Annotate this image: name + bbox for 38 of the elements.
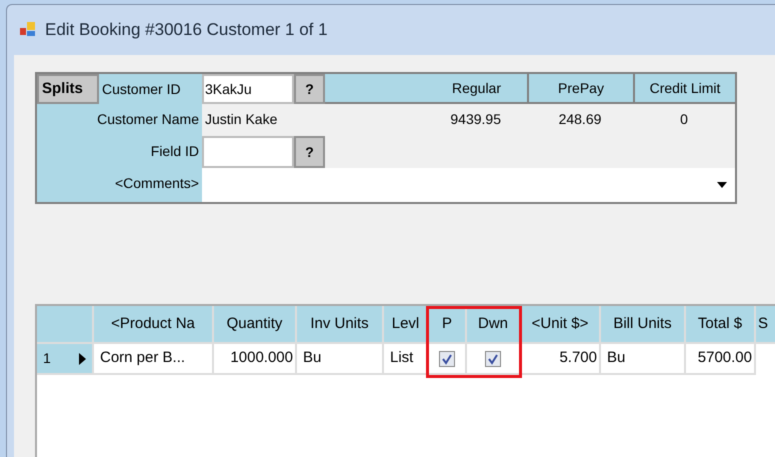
column-header[interactable]: Levl <box>384 306 429 344</box>
column-header[interactable]: Inv Units <box>297 306 384 344</box>
grid-corner-header[interactable] <box>37 306 94 344</box>
table-cell: 5.700 <box>521 344 601 375</box>
column-header[interactable]: <Product Na <box>94 306 214 344</box>
table-cell: 5700.00 <box>686 344 756 375</box>
column-header[interactable]: Bill Units <box>601 306 686 344</box>
checkbox[interactable] <box>439 350 455 366</box>
column-header[interactable]: <Unit $> <box>521 306 601 344</box>
lookup-button[interactable]: ? <box>294 74 325 104</box>
balance-value: 9439.95 <box>449 110 502 129</box>
table-cell: Bu <box>297 344 384 375</box>
balance-value: 0 <box>679 110 689 129</box>
field-id-field[interactable] <box>202 136 294 168</box>
field-label: Field ID <box>150 142 200 161</box>
row-number: 1 <box>43 349 51 368</box>
dropdown-caret-icon <box>717 182 727 188</box>
column-header[interactable]: P <box>429 306 467 344</box>
customer-name: Justin Kake <box>204 110 278 129</box>
column-header[interactable]: S <box>756 306 775 344</box>
table-cell: List <box>384 344 429 375</box>
balance-value: 248.69 <box>558 110 602 129</box>
lookup-button[interactable]: ? <box>294 136 325 168</box>
column-header[interactable]: Quantity <box>214 306 297 344</box>
field-label: <Comments> <box>114 174 200 193</box>
splits-button[interactable]: Splits <box>37 74 99 104</box>
table-cell: 1000.000 <box>214 344 297 375</box>
comments-dropdown[interactable] <box>202 168 735 202</box>
window-title: Edit Booking #30016 Customer 1 of 1 <box>45 19 328 42</box>
column-header[interactable]: Total $ <box>686 306 756 344</box>
checkbox[interactable] <box>485 350 501 366</box>
row-header[interactable]: 1 <box>37 344 94 375</box>
table-cell: Corn per B... <box>94 344 214 375</box>
app-icon <box>19 21 37 39</box>
field-label: Customer ID <box>101 80 182 99</box>
table-cell: Bu <box>601 344 686 375</box>
field-label: Customer Name <box>96 110 200 129</box>
customer-id-field[interactable]: 3KakJu <box>202 74 294 104</box>
